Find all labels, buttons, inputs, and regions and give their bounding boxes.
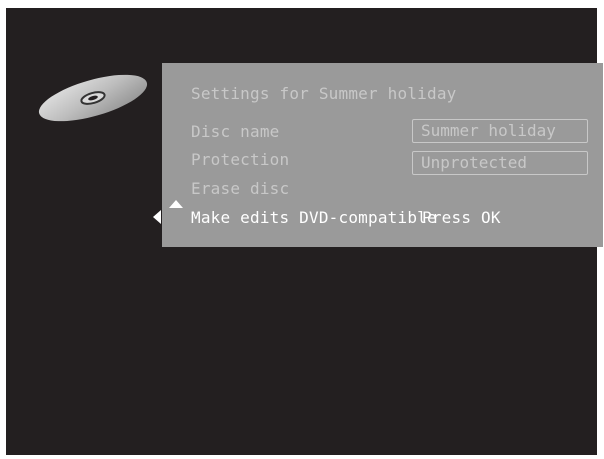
panel-title: Settings for Summer holiday bbox=[191, 84, 457, 103]
protection-label[interactable]: Protection bbox=[191, 150, 289, 169]
erase-disc-item[interactable]: Erase disc bbox=[191, 179, 289, 198]
disc-name-field[interactable]: Summer holiday bbox=[412, 119, 588, 143]
arrow-up-icon bbox=[169, 200, 183, 208]
protection-field[interactable]: Unprotected bbox=[412, 151, 588, 175]
settings-panel: Settings for Summer holiday Disc name Su… bbox=[162, 63, 603, 247]
arrow-left-icon bbox=[153, 210, 161, 224]
disc-icon bbox=[38, 74, 148, 122]
make-edits-dvd-compatible-item[interactable]: Make edits DVD-compatible bbox=[191, 208, 437, 227]
disc-name-label[interactable]: Disc name bbox=[191, 122, 280, 141]
tv-screen: Settings for Summer holiday Disc name Su… bbox=[6, 8, 603, 455]
press-ok-hint: Press OK bbox=[422, 208, 501, 227]
